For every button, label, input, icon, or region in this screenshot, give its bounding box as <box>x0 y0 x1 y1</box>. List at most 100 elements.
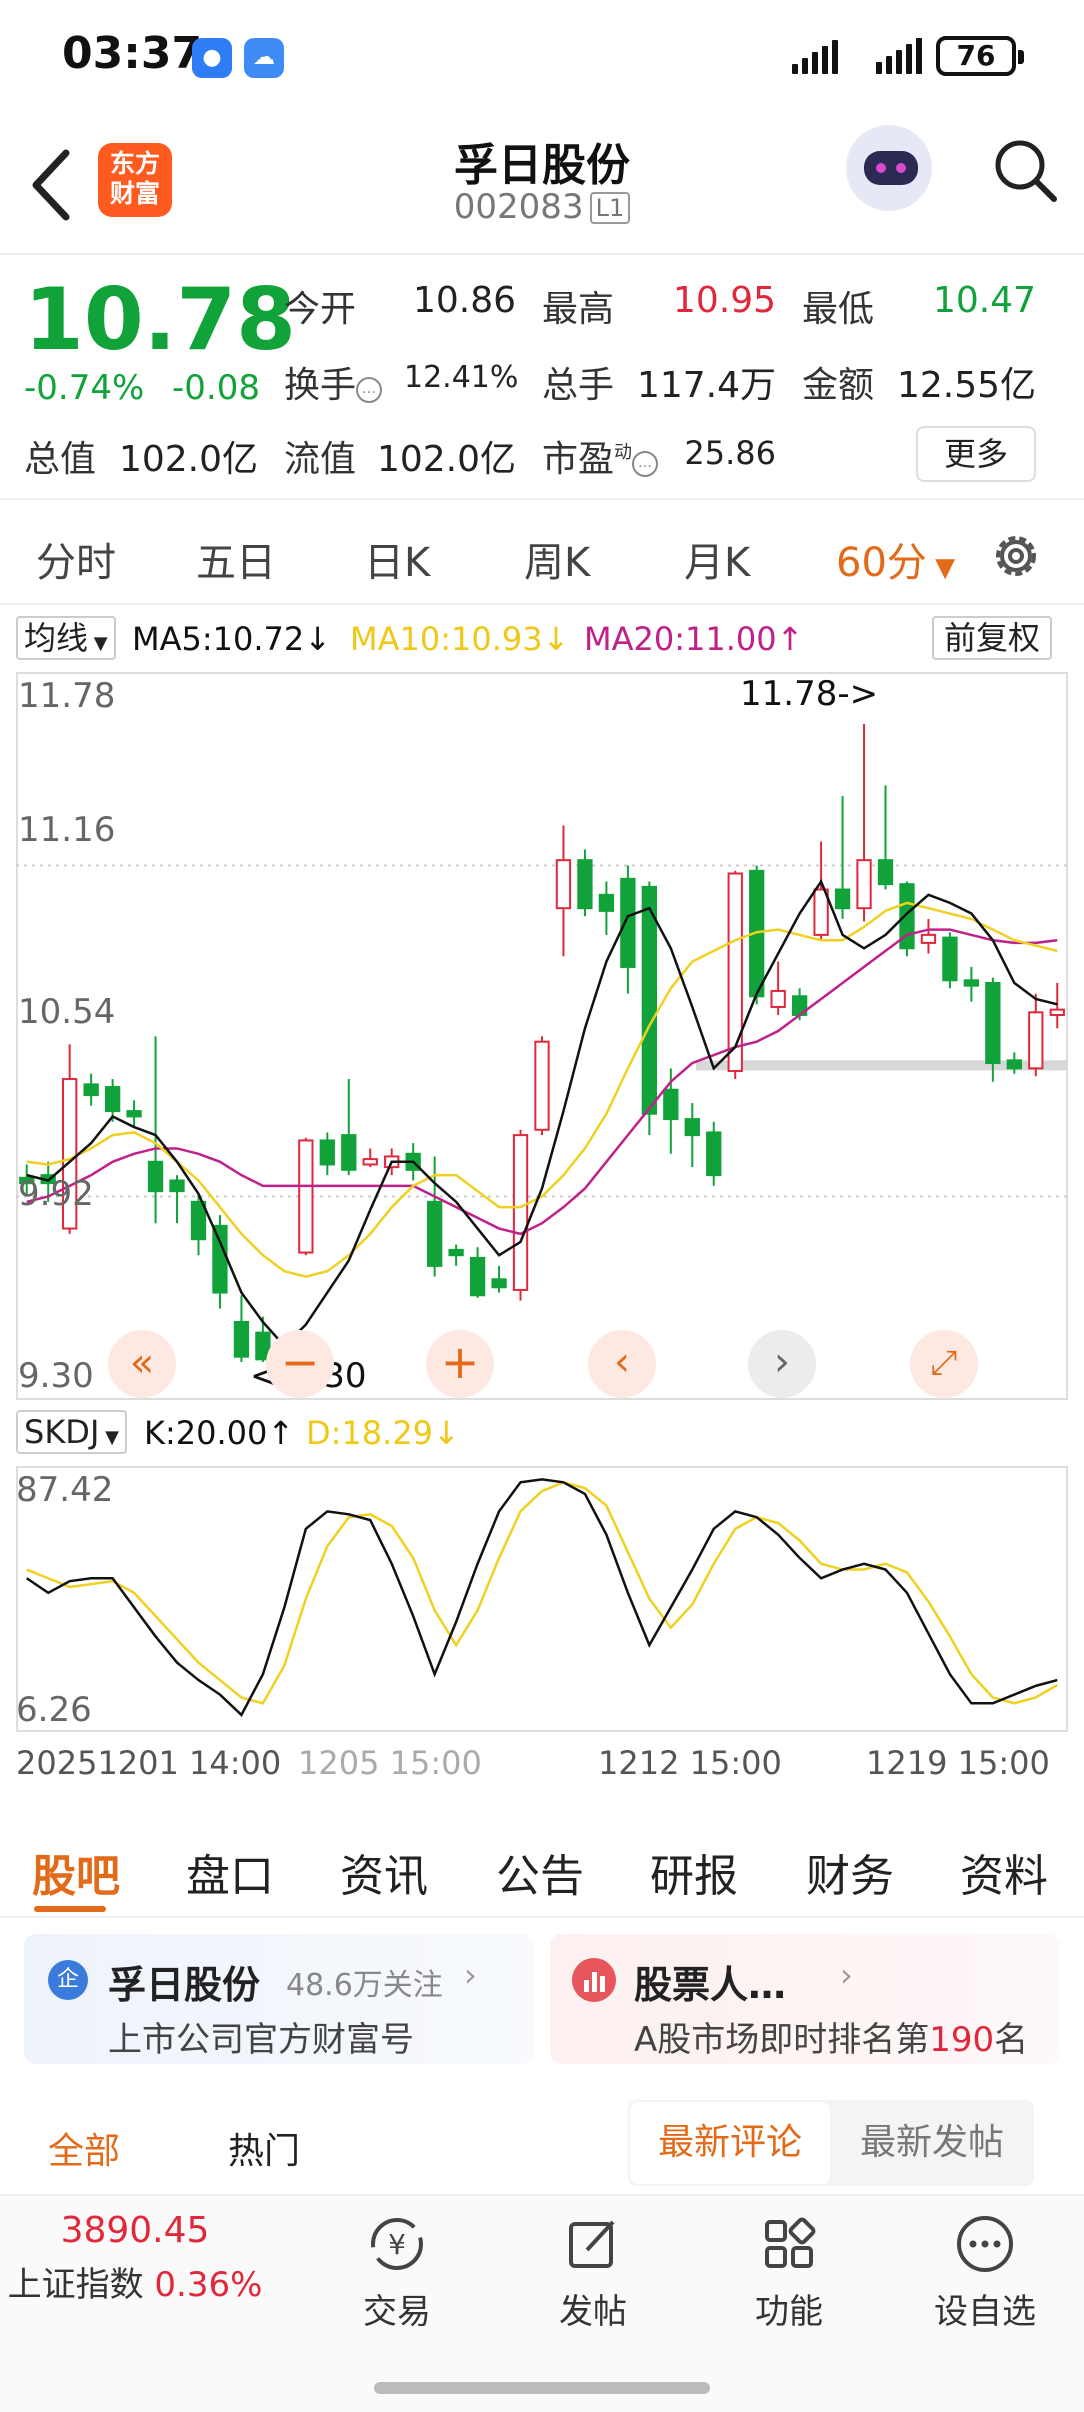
skdj-selector[interactable]: SKDJ ▼ <box>16 1410 127 1454</box>
tab-guba[interactable]: 股吧 <box>32 1840 120 1904</box>
post-label: 发帖 <box>559 2292 627 2332</box>
candle-body <box>233 1320 250 1358</box>
scroll-left-icon[interactable]: ‹ <box>588 1330 656 1398</box>
candle-body <box>1006 1059 1022 1070</box>
tab-five-day[interactable]: 五日 <box>196 530 276 588</box>
candle-body <box>641 885 658 1115</box>
tab-daily-k[interactable]: 日K <box>364 530 430 588</box>
time-label: 1205 15:00 <box>298 1744 482 1782</box>
candle-body <box>104 1086 121 1113</box>
zoom-in-icon[interactable]: + <box>426 1330 494 1398</box>
bottom-toolbar: 3890.45 上证指数 0.36% ¥ 交易 发帖 功能 设自选 <box>0 2194 1084 2412</box>
period-tabs: 分时 五日 日K 周K 月K 60分 ▼ <box>0 510 1084 605</box>
candle-body <box>147 1160 164 1193</box>
turnover-label-text: 换手 <box>284 365 357 406</box>
trade-button[interactable]: ¥ 交易 <box>322 2212 472 2333</box>
trade-icon: ¥ <box>371 2218 423 2270</box>
info-icon[interactable]: … <box>356 377 383 403</box>
stock-header: 东方 财富 孚日股份 002083 L1 <box>0 115 1084 255</box>
company-account-card[interactable]: 企 孚日股份 48.6万关注 › 上市公司官方财富号 <box>24 1934 534 2064</box>
tab-profile[interactable]: 资料 <box>960 1840 1048 1904</box>
candle-body <box>169 1179 185 1193</box>
ma10-value: MA10:10.93↓ <box>350 620 570 658</box>
rank-number: 190 <box>929 2020 995 2060</box>
tab-60min-label: 60分 <box>836 540 927 586</box>
enterprise-badge-icon: 企 <box>48 1960 88 2000</box>
amount-value: 12.55亿 <box>896 365 1036 406</box>
candle-body <box>298 1139 314 1254</box>
index-ticker[interactable]: 3890.45 上证指数 0.36% <box>0 2210 270 2306</box>
tab-research[interactable]: 研报 <box>650 1840 738 1904</box>
low-value: 10.47 <box>932 280 1036 321</box>
skdj-d-line <box>26 1480 1058 1705</box>
skdj-axis-bottom: 6.26 <box>16 1690 92 1730</box>
watchlist-label: 设自选 <box>934 2292 1036 2332</box>
scroll-right-icon[interactable]: › <box>748 1330 816 1398</box>
skdj-k-line <box>26 1478 1058 1717</box>
candle-body <box>834 888 851 910</box>
indicator-selector[interactable]: 均线 ▼ <box>16 616 116 660</box>
filter-hot[interactable]: 热门 <box>228 2122 300 2174</box>
ma-selector-label: 均线 <box>24 619 89 657</box>
stock-rank-card[interactable]: 股票人… › A股市场即时排名第190名 <box>550 1934 1060 2064</box>
skdj-k-value: K:20.00↑ <box>144 1414 295 1452</box>
candle-body <box>126 1110 142 1118</box>
add-watchlist-button[interactable]: 设自选 <box>910 2212 1060 2333</box>
cloud-app-icon: ☁ <box>244 38 284 78</box>
tab-panko[interactable]: 盘口 <box>186 1840 274 1904</box>
skdj-chart[interactable] <box>16 1466 1068 1732</box>
high-label: 最高 <box>542 289 615 330</box>
pe-label-text: 市盈 <box>542 439 615 480</box>
tab-weekly-k[interactable]: 周K <box>524 530 590 588</box>
candle-body <box>598 893 615 912</box>
candle-body <box>877 859 894 886</box>
scroll-far-left-icon[interactable]: « <box>108 1330 176 1398</box>
candle-body <box>727 872 743 1073</box>
candle-body <box>1028 1011 1044 1070</box>
low-label: 最低 <box>802 289 875 330</box>
tab-monthly-k[interactable]: 月K <box>684 530 750 588</box>
index-value: 3890.45 <box>60 2210 210 2251</box>
pe-info-icon[interactable]: … <box>632 451 659 477</box>
candle-body <box>985 981 1001 1065</box>
pe-value: 25.86 <box>684 434 776 472</box>
tab-financials[interactable]: 财务 <box>806 1840 894 1904</box>
tab-60min[interactable]: 60分 ▼ <box>836 530 955 588</box>
kline-chart[interactable] <box>16 672 1068 1400</box>
skdj-selector-label: SKDJ <box>24 1413 100 1451</box>
svg-text:¥: ¥ <box>388 2228 406 2261</box>
float-label: 流值 <box>284 439 357 480</box>
functions-button[interactable]: 功能 <box>714 2212 864 2333</box>
search-icon[interactable] <box>990 135 1060 205</box>
adjust-button[interactable]: 前复权 <box>932 616 1053 660</box>
candle-body <box>942 936 958 982</box>
home-indicator <box>374 2382 710 2394</box>
post-button[interactable]: 发帖 <box>518 2212 668 2333</box>
more-button[interactable]: 更多 <box>916 426 1036 482</box>
candle-body <box>856 859 872 910</box>
zoom-out-icon[interactable]: − <box>266 1330 334 1398</box>
fullscreen-icon[interactable]: ⤢ <box>910 1330 978 1398</box>
level-badge: L1 <box>589 192 631 224</box>
tab-intraday[interactable]: 分时 <box>36 530 116 588</box>
assistant-robot-icon[interactable] <box>846 125 932 211</box>
skdj-d-value: D:18.29↓ <box>306 1414 460 1452</box>
candle-body <box>706 1131 722 1177</box>
tab-news[interactable]: 资讯 <box>340 1840 428 1904</box>
grid-icon <box>765 2217 816 2268</box>
index-line: 上证指数 0.36% <box>0 2257 270 2306</box>
candle-body <box>963 979 980 987</box>
sort-latest-post[interactable]: 最新发帖 <box>832 2102 1032 2184</box>
post-filter-row: 全部 热门 最新评论 最新发帖 <box>0 2080 1084 2190</box>
filter-all[interactable]: 全部 <box>48 2122 120 2174</box>
volume-label: 总手 <box>542 365 615 406</box>
pe-superscript: 动 <box>614 442 633 463</box>
gear-icon[interactable] <box>988 528 1044 584</box>
mktcap-label: 总值 <box>24 439 97 480</box>
candle-body <box>534 1040 550 1131</box>
sort-latest-comment[interactable]: 最新评论 <box>630 2102 830 2184</box>
tab-announcements[interactable]: 公告 <box>496 1840 584 1904</box>
price-axis-label: 9.30 <box>18 1356 94 1396</box>
candle-body <box>620 877 636 968</box>
candle-body <box>341 1134 357 1171</box>
